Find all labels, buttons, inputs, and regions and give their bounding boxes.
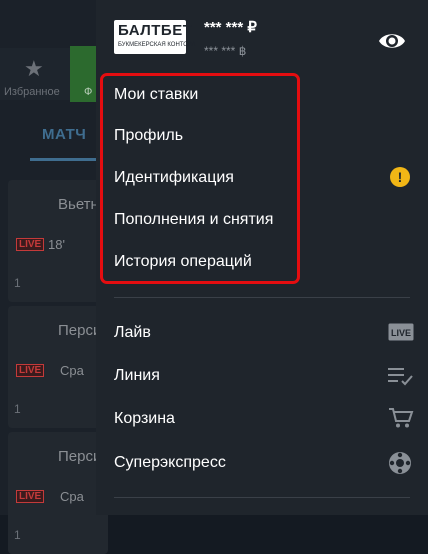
event-title: Вьетн [58, 196, 99, 213]
odd-label: 1 [14, 528, 21, 542]
main-balance: *** *** ₽ [204, 19, 257, 36]
cart-icon [389, 408, 414, 428]
live-icon: LIVE [388, 323, 414, 341]
navigation-drawer: БАЛТБЕТ БУКМЕКЕРСКАЯ КОНТОРА *** *** ₽ *… [96, 0, 428, 515]
favorites-tab[interactable]: ★ Избранное [0, 48, 70, 100]
menu-item-live[interactable]: Лайв [114, 324, 151, 342]
event-card[interactable]: Персик LIVE Сра 1 [8, 306, 108, 428]
odd-label: 1 [14, 276, 21, 290]
event-card[interactable]: Вьетн LIVE 18' 1 [8, 180, 108, 302]
superexpress-icon [389, 452, 411, 474]
menu-item-cart[interactable]: Корзина [114, 410, 175, 428]
event-time: Сра [60, 489, 84, 504]
eye-icon[interactable] [378, 28, 406, 54]
menu-item-line[interactable]: Линия [114, 367, 160, 385]
star-icon: ★ [24, 56, 44, 81]
favorites-label: Избранное [4, 86, 60, 98]
event-time: Сра [60, 363, 84, 378]
green-tab-label: Ф [84, 86, 93, 98]
highlight-box [100, 73, 300, 284]
live-badge: LIVE [16, 364, 45, 377]
svg-text:LIVE: LIVE [391, 328, 411, 338]
divider [114, 297, 410, 298]
warning-icon: ! [390, 167, 410, 187]
divider [114, 497, 410, 498]
live-badge: LIVE [16, 238, 45, 251]
logo-brand: БАЛТБЕТ [118, 22, 193, 39]
live-badge: LIVE [16, 490, 45, 503]
match-tab[interactable]: МАТЧ [42, 126, 86, 143]
match-tab-underline [30, 158, 100, 161]
menu-item-superexpress[interactable]: Суперэкспресс [114, 454, 226, 472]
odd-label: 1 [14, 402, 21, 416]
line-list-icon [388, 368, 413, 386]
baltbet-logo[interactable]: БАЛТБЕТ БУКМЕКЕРСКАЯ КОНТОРА [114, 20, 195, 54]
bonus-balance: *** *** ฿ [204, 44, 247, 58]
event-time: 18' [48, 237, 65, 252]
event-card[interactable]: Персик LIVE Сра 1 [8, 432, 108, 554]
logo-subtitle: БУКМЕКЕРСКАЯ КОНТОРА [118, 42, 196, 48]
